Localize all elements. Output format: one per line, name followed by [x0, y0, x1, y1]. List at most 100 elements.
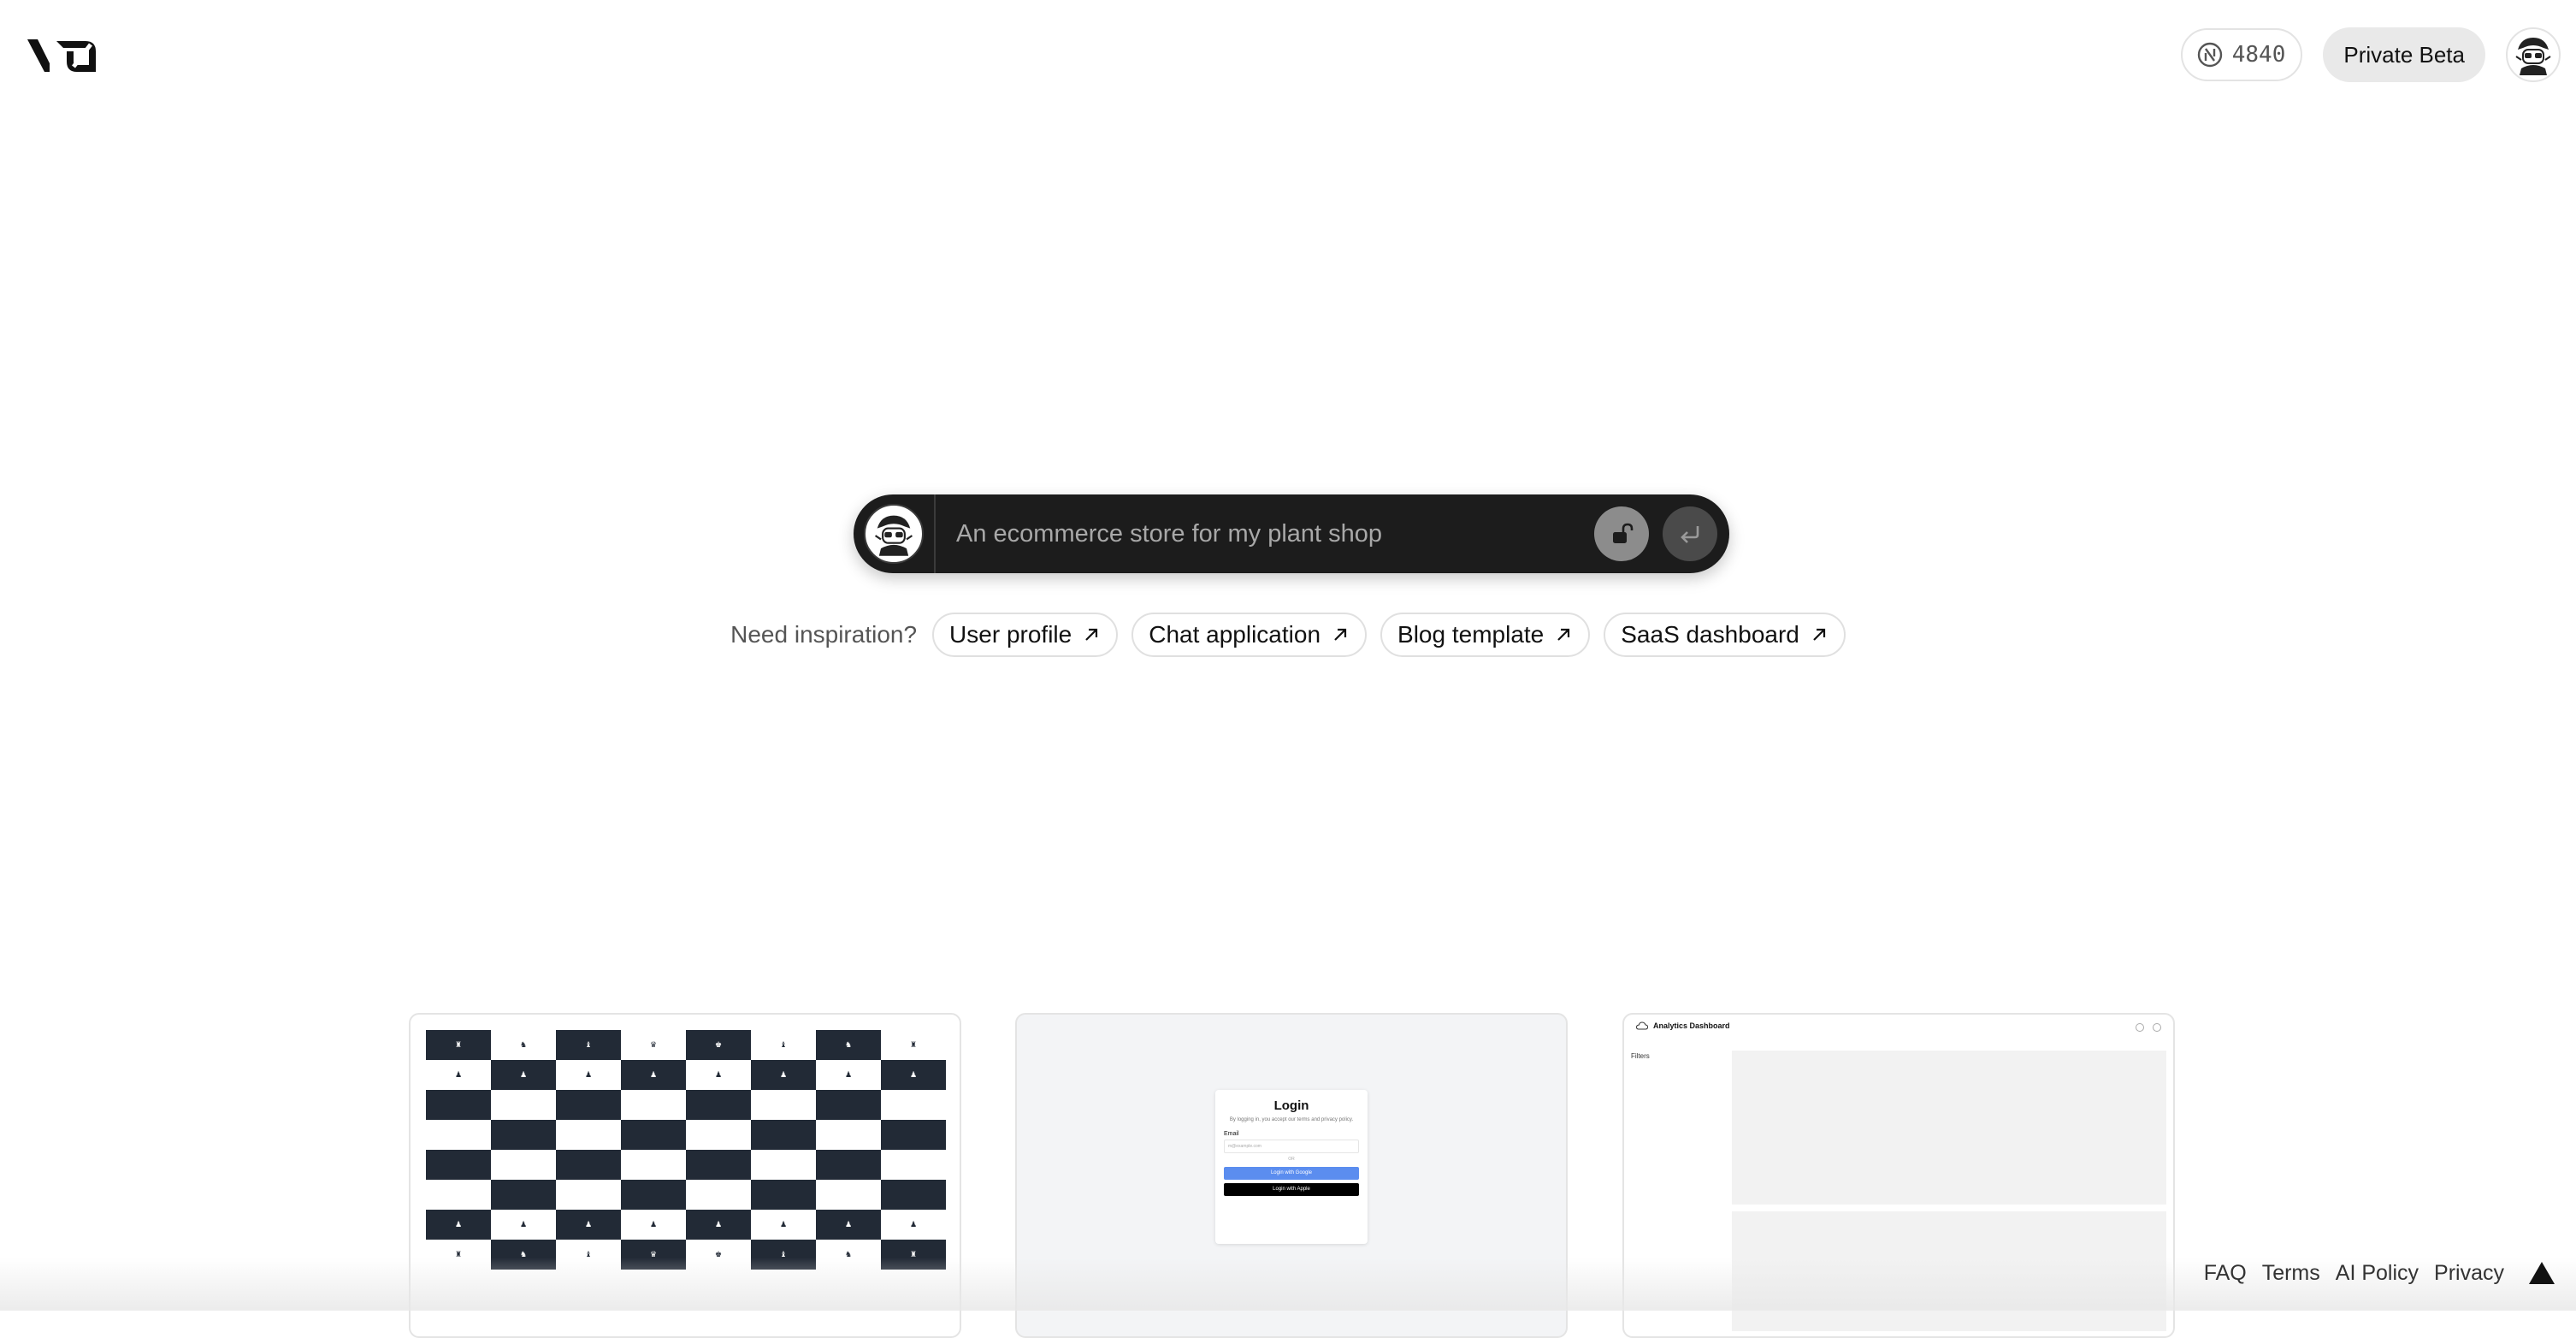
- login-title: Login: [1273, 1098, 1309, 1113]
- prompt-input[interactable]: [956, 508, 1594, 559]
- chess-square: [621, 1120, 686, 1150]
- chess-square: [556, 1150, 621, 1180]
- dashboard-panel: [1732, 1051, 2166, 1205]
- chess-square: ♟: [881, 1210, 946, 1240]
- chess-square: ♟: [816, 1210, 881, 1240]
- chess-square: ♜: [881, 1030, 946, 1060]
- credits-icon: [2197, 42, 2222, 68]
- login-email-label: Email: [1224, 1131, 1239, 1137]
- chess-square: ♞: [816, 1240, 881, 1270]
- login-email-field: m@example.com: [1224, 1140, 1359, 1153]
- chess-square: ♟: [686, 1210, 751, 1240]
- footer-links: FAQ Terms AI Policy Privacy: [2204, 1258, 2555, 1288]
- chess-square: ♞: [491, 1030, 556, 1060]
- v0-logo-icon[interactable]: [26, 36, 97, 74]
- chess-square: [816, 1120, 881, 1150]
- chess-square: [816, 1090, 881, 1120]
- showcase-card-dashboard[interactable]: Analytics Dashboard Filters: [1622, 1013, 2175, 1338]
- prompt-avatar[interactable]: [864, 504, 924, 564]
- chess-square: [556, 1090, 621, 1120]
- avatar-illustration-icon: [869, 509, 919, 559]
- chess-square: [686, 1090, 751, 1120]
- chess-square: ♚: [686, 1240, 751, 1270]
- credits-count: 4840: [2231, 42, 2286, 68]
- enter-icon: [1681, 526, 1699, 543]
- arrow-up-right-icon: [1085, 628, 1098, 641]
- dashboard-header: Analytics Dashboard: [1636, 1021, 1730, 1030]
- login-google-button: Login with Google: [1224, 1167, 1359, 1180]
- inspiration-row: Need inspiration? User profile Chat appl…: [0, 613, 2576, 657]
- showcase-card-chess[interactable]: ♜ ♞ ♝ ♛ ♚ ♝ ♞ ♜ ♟ ♟ ♟ ♟ ♟ ♟ ♟ ♟ ♟ ♟ ♟ ♟ ♟ ♟ ♟ ♟ ♜ ♞ ♝ ♛ ♚ ♝ ♞ ♜: [409, 1013, 961, 1338]
- submit-button[interactable]: [1663, 506, 1717, 561]
- chess-square: ♟: [491, 1210, 556, 1240]
- chess-square: [426, 1120, 491, 1150]
- login-subtitle: By logging in, you accept our terms and …: [1229, 1117, 1354, 1122]
- chess-square: ♜: [881, 1240, 946, 1270]
- chess-square: ♟: [426, 1060, 491, 1090]
- chess-square: [426, 1150, 491, 1180]
- chess-square: ♟: [751, 1060, 816, 1090]
- dashboard-filters-label: Filters: [1631, 1052, 1650, 1060]
- chess-square: ♝: [751, 1030, 816, 1060]
- chess-square: [621, 1180, 686, 1210]
- chess-square: [881, 1180, 946, 1210]
- footer-link-privacy[interactable]: Privacy: [2434, 1261, 2504, 1286]
- chess-square: [426, 1180, 491, 1210]
- chess-square: [491, 1120, 556, 1150]
- chess-square: [621, 1090, 686, 1120]
- chess-square: ♝: [556, 1240, 621, 1270]
- chess-square: ♟: [881, 1060, 946, 1090]
- arrow-up-right-icon: [1557, 628, 1570, 641]
- arrow-up-right-icon: [1813, 628, 1825, 641]
- user-avatar[interactable]: [2506, 27, 2561, 82]
- header-actions: 4840 Private Beta: [2180, 27, 2561, 82]
- vercel-triangle-icon[interactable]: [2528, 1261, 2555, 1285]
- chess-square: ♚: [686, 1030, 751, 1060]
- chess-square: [491, 1180, 556, 1210]
- footer-link-faq[interactable]: FAQ: [2204, 1261, 2247, 1286]
- credits-badge[interactable]: 4840: [2180, 28, 2303, 81]
- unlock-icon: [1613, 523, 1634, 543]
- chess-square: ♟: [556, 1060, 621, 1090]
- chess-square: [816, 1180, 881, 1210]
- chess-square: [556, 1120, 621, 1150]
- cloud-icon: [1636, 1021, 1648, 1030]
- chess-square: [686, 1150, 751, 1180]
- chess-square: ♟: [751, 1210, 816, 1240]
- chess-square: [751, 1090, 816, 1120]
- dashboard-panel: [1732, 1211, 2166, 1331]
- chess-square: [751, 1180, 816, 1210]
- arrow-up-right-icon: [1334, 628, 1347, 641]
- showcase-card-login[interactable]: Login By logging in, you accept our term…: [1015, 1013, 1568, 1338]
- suggestion-chip-saas-dashboard[interactable]: SaaS dashboard: [1604, 613, 1846, 657]
- visibility-toggle-button[interactable]: [1594, 506, 1649, 561]
- chess-square: ♟: [686, 1060, 751, 1090]
- suggestion-chip-user-profile[interactable]: User profile: [932, 613, 1119, 657]
- chess-square: [751, 1120, 816, 1150]
- login-apple-button: Login with Apple: [1224, 1183, 1359, 1196]
- chess-square: [491, 1150, 556, 1180]
- chess-square: ♟: [621, 1060, 686, 1090]
- chip-label: Blog template: [1397, 621, 1545, 648]
- chess-square: [686, 1180, 751, 1210]
- private-beta-button[interactable]: Private Beta: [2323, 27, 2485, 82]
- suggestion-chip-chat-application[interactable]: Chat application: [1131, 613, 1368, 657]
- footer-link-terms[interactable]: Terms: [2262, 1261, 2320, 1286]
- login-or: OR: [1288, 1157, 1295, 1162]
- chess-square: [426, 1090, 491, 1120]
- chess-square: [491, 1090, 556, 1120]
- footer-link-ai-policy[interactable]: AI Policy: [2336, 1261, 2419, 1286]
- dashboard-title: Analytics Dashboard: [1653, 1021, 1730, 1030]
- dashboard-header-icons: [2136, 1023, 2161, 1032]
- chess-square: [751, 1150, 816, 1180]
- chess-square: [881, 1090, 946, 1120]
- chess-square: ♜: [426, 1240, 491, 1270]
- chip-label: SaaS dashboard: [1621, 621, 1799, 648]
- inspiration-label: Need inspiration?: [730, 621, 918, 648]
- chess-square: [816, 1150, 881, 1180]
- chess-square: [621, 1150, 686, 1180]
- suggestion-chip-blog-template[interactable]: Blog template: [1380, 613, 1591, 657]
- chess-square: ♝: [556, 1030, 621, 1060]
- chip-label: Chat application: [1149, 621, 1321, 648]
- login-preview: Login By logging in, you accept our term…: [1215, 1090, 1368, 1244]
